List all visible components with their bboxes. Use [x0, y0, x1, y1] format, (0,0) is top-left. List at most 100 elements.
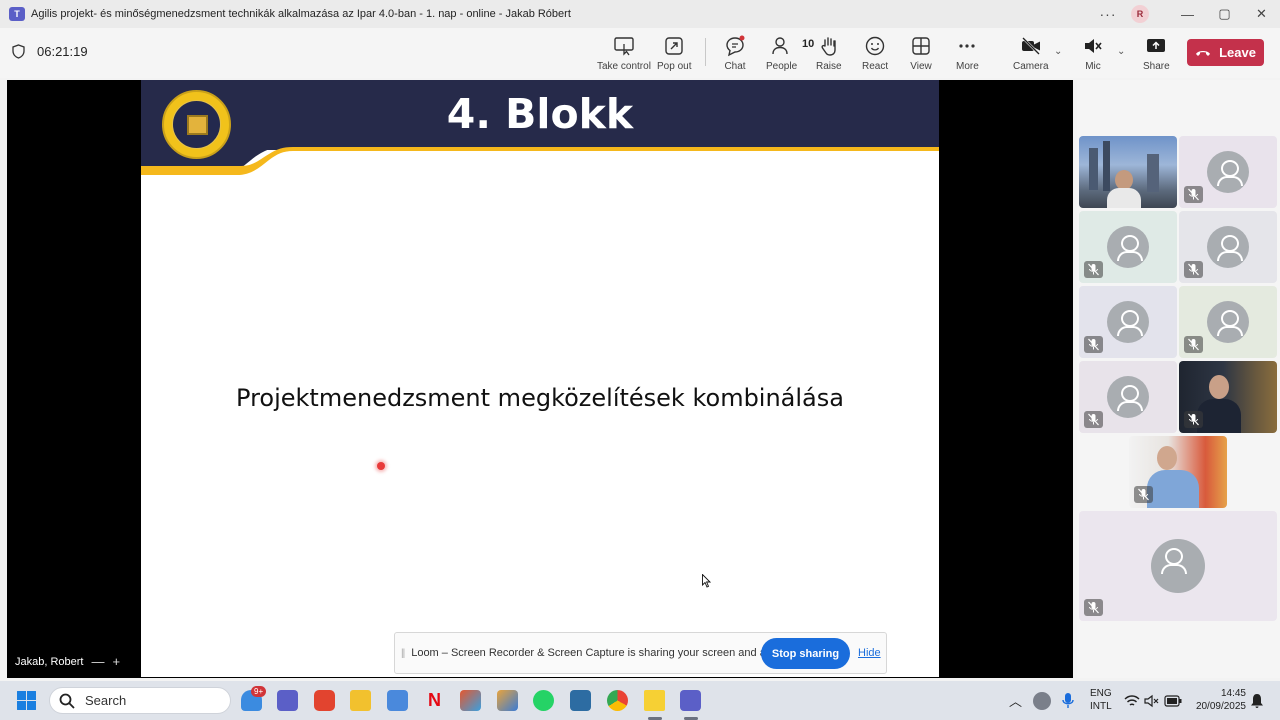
shield-icon: [12, 44, 25, 59]
microphone-tray-icon[interactable]: [1060, 692, 1076, 710]
slide-body-text: Projektmenedzsment megközelítések kombin…: [236, 384, 844, 412]
more-button[interactable]: More: [956, 35, 979, 72]
take-control-button[interactable]: Take control: [597, 35, 651, 72]
participant-tile[interactable]: [1079, 211, 1177, 283]
slide-title: 4. Blokk: [446, 90, 634, 138]
search-placeholder: Search: [85, 693, 127, 708]
participant-tile[interactable]: [1079, 286, 1177, 358]
presentation-slide: 4. Blokk Projektmenedzsment megközelítés…: [141, 80, 939, 677]
people-count: 10: [802, 38, 815, 50]
camera-button[interactable]: Camera: [1013, 35, 1049, 72]
participant-tile[interactable]: [1179, 286, 1277, 358]
mic-muted-icon: [1084, 336, 1103, 353]
window-title-bar: T Agilis projekt- és minőségmenedzsment …: [0, 0, 1280, 28]
chrome-icon[interactable]: [607, 690, 628, 711]
toolbar-divider: [705, 38, 706, 66]
smiley-icon: [865, 36, 885, 56]
teams-taskbar-icon[interactable]: [277, 690, 298, 711]
calculator-icon[interactable]: [387, 690, 408, 711]
raise-hand-button[interactable]: Raise: [816, 35, 842, 72]
maximize-button[interactable]: ▢: [1206, 6, 1243, 22]
view-button[interactable]: View: [910, 35, 932, 72]
person-placeholder-icon: [1207, 151, 1249, 193]
more-options-icon[interactable]: ···: [1093, 6, 1123, 22]
mouse-cursor-icon: [702, 574, 711, 588]
share-button[interactable]: Share: [1143, 35, 1170, 72]
minimize-button[interactable]: —: [1169, 7, 1206, 22]
battery-icon[interactable]: [1164, 695, 1182, 707]
participants-gallery: [1077, 80, 1280, 678]
stop-sharing-button[interactable]: Stop sharing: [761, 638, 850, 669]
person-placeholder-icon: [1107, 376, 1149, 418]
participant-shirt: [1107, 188, 1141, 208]
person-placeholder-icon: [1207, 226, 1249, 268]
netflix-icon[interactable]: N: [424, 690, 445, 711]
clock-time: 14:45: [1220, 688, 1246, 699]
windows-start-icon[interactable]: [16, 690, 37, 711]
mic-button[interactable]: Mic: [1082, 35, 1104, 72]
weather-badge: 9+: [251, 686, 267, 697]
photos-icon[interactable]: [460, 690, 481, 711]
participant-shirt: [1197, 399, 1241, 433]
mic-muted-icon: [1084, 261, 1103, 278]
more-dots-icon: [959, 44, 975, 48]
meeting-timer: 06:21:19: [12, 44, 88, 59]
take-control-icon: [614, 37, 634, 56]
react-button[interactable]: React: [862, 35, 888, 72]
laser-pointer-dot: [377, 462, 385, 470]
participant-tile[interactable]: [1179, 136, 1277, 208]
chat-button[interactable]: Chat: [724, 35, 746, 72]
participant-tile-video[interactable]: [1079, 136, 1177, 208]
skyscraper: [1089, 148, 1098, 190]
skyscraper: [1103, 141, 1110, 191]
account-avatar[interactable]: R: [1131, 5, 1149, 23]
sticky-notes-icon[interactable]: [644, 690, 665, 711]
office-icon[interactable]: [314, 690, 335, 711]
university-seal-logo: [162, 90, 231, 159]
book-icon: [187, 115, 208, 135]
leave-button[interactable]: Leave: [1187, 39, 1264, 66]
volume-muted-icon[interactable]: [1144, 694, 1160, 708]
participant-face: [1209, 375, 1229, 399]
whatsapp-icon[interactable]: [533, 690, 554, 711]
paint-icon[interactable]: [497, 690, 518, 711]
person-placeholder-icon: [1151, 539, 1205, 593]
clock[interactable]: 14:45 20/09/2025: [1188, 687, 1246, 713]
pop-out-icon: [665, 37, 683, 55]
teams-meeting-icon[interactable]: [680, 690, 701, 711]
hide-link[interactable]: Hide: [858, 647, 881, 659]
participant-tile[interactable]: [1079, 361, 1177, 433]
taskbar-search-box[interactable]: Search: [49, 687, 231, 714]
security-tray-icon[interactable]: [1033, 692, 1051, 710]
participant-tile-video[interactable]: [1179, 361, 1277, 433]
people-button[interactable]: 10 People: [766, 35, 814, 72]
camera-options-chevron-icon[interactable]: ⌄: [1054, 46, 1062, 57]
notification-bell-icon[interactable]: [1250, 693, 1264, 709]
mic-muted-icon: [1084, 599, 1103, 616]
participant-tile-video[interactable]: [1129, 436, 1227, 508]
meeting-toolbar: 06:21:19 Take control Pop out Chat 10 Pe…: [0, 28, 1280, 78]
clock-date: 20/09/2025: [1195, 701, 1246, 712]
language-indicator[interactable]: ENG INTL: [1090, 687, 1112, 713]
mic-muted-icon: [1184, 261, 1203, 278]
participant-tile[interactable]: [1079, 511, 1277, 621]
close-window-button[interactable]: ✕: [1243, 6, 1280, 22]
person-placeholder-icon: [1107, 301, 1149, 343]
mic-muted-icon: [1184, 336, 1203, 353]
pop-out-button[interactable]: Pop out: [657, 35, 691, 72]
people-icon: [771, 37, 788, 55]
file-explorer-icon[interactable]: [350, 690, 371, 711]
mic-muted-icon: [1184, 186, 1203, 203]
mic-options-chevron-icon[interactable]: ⌄: [1117, 46, 1125, 57]
participant-tile[interactable]: [1179, 211, 1277, 283]
raise-hand-icon: [821, 37, 836, 56]
show-hidden-icons-chevron-icon[interactable]: ︿: [1009, 691, 1022, 710]
zoom-in-button[interactable]: +: [112, 654, 120, 669]
skyscraper: [1147, 154, 1159, 192]
wifi-icon[interactable]: [1124, 694, 1140, 708]
snipping-tool-icon[interactable]: [570, 690, 591, 711]
participant-shirt: [1147, 470, 1199, 508]
drag-handle-icon[interactable]: ||: [401, 648, 405, 659]
zoom-out-button[interactable]: —: [91, 654, 104, 669]
person-placeholder-icon: [1107, 226, 1149, 268]
